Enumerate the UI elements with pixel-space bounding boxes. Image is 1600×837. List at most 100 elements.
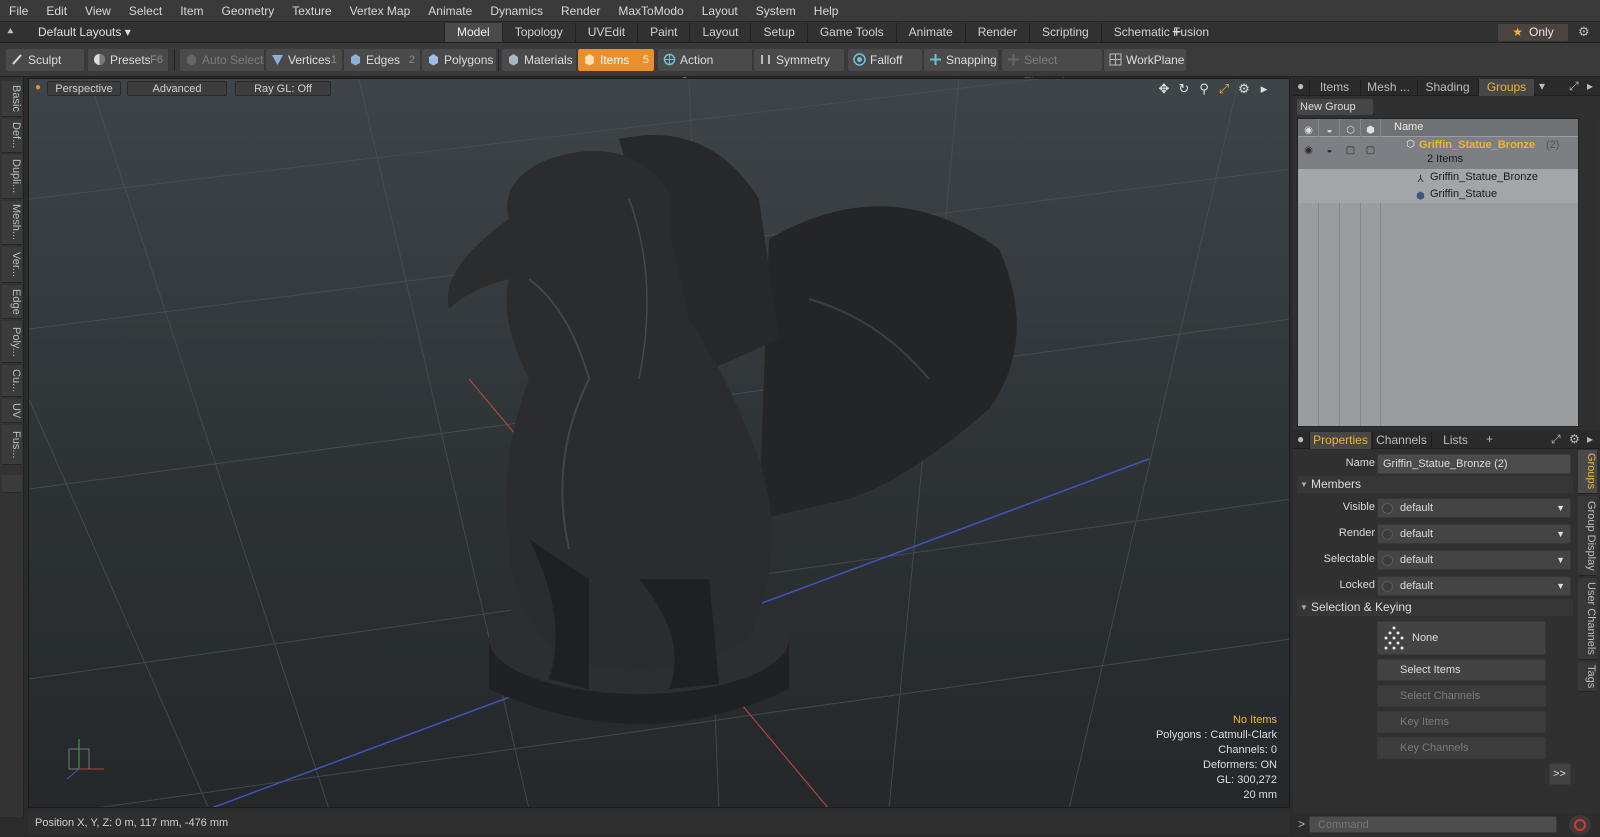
snapping-button[interactable]: Snapping: [924, 49, 998, 71]
add-properties-tab-icon[interactable]: +: [1486, 432, 1493, 446]
raygl-button[interactable]: Ray GL: Off: [235, 81, 331, 96]
menu-dynamics[interactable]: Dynamics: [481, 0, 552, 22]
tab-lists[interactable]: Lists: [1431, 432, 1479, 449]
visible-dropdown[interactable]: default ▼: [1377, 498, 1571, 518]
move-view-icon[interactable]: ✥: [1157, 81, 1171, 97]
properties-gear-icon[interactable]: ⚙: [1569, 432, 1580, 446]
list-item-griffin-statue-mesh[interactable]: ⬢ Griffin_Statue: [1298, 186, 1578, 203]
sculpt-button[interactable]: Sculpt: [6, 49, 84, 71]
select-through-button[interactable]: Select Through: [1002, 49, 1102, 89]
tab-model[interactable]: Model: [444, 23, 502, 42]
select-channels-button[interactable]: Select Channels: [1377, 685, 1546, 707]
group-name-field[interactable]: Griffin_Statue_Bronze (2): [1377, 454, 1571, 474]
panel-menu-chevron-icon[interactable]: ▾: [1539, 79, 1545, 93]
key-items-button[interactable]: Key Items: [1377, 711, 1546, 733]
left-strip-expand-button[interactable]: [2, 475, 22, 493]
groups-list-scrollbar[interactable]: [1583, 118, 1595, 427]
workplane-button[interactable]: WorkPlane: [1104, 49, 1186, 71]
row-eye-icon[interactable]: ◉: [1302, 145, 1315, 157]
properties-more-icon[interactable]: ▸: [1587, 432, 1593, 446]
side-tab-group-display[interactable]: Group Display: [1578, 496, 1597, 576]
items-button[interactable]: Items 5: [578, 49, 654, 71]
left-tab-vertex[interactable]: Ver...: [2, 247, 22, 283]
falloff-button[interactable]: Falloff: [848, 49, 922, 71]
add-tab-plus-icon[interactable]: +: [1172, 23, 1181, 42]
row-lock-checkbox-icon[interactable]: ▢: [1364, 145, 1377, 157]
menu-vertex-map[interactable]: Vertex Map: [341, 0, 420, 22]
polygons-button[interactable]: Polygons: [422, 49, 496, 71]
row-select-checkbox-icon[interactable]: ▢: [1344, 145, 1357, 157]
side-tab-tags[interactable]: Tags: [1578, 662, 1597, 692]
left-tab-polygon[interactable]: Poly...: [2, 321, 22, 363]
materials-button[interactable]: Materials: [502, 49, 576, 71]
tab-properties[interactable]: Properties: [1309, 432, 1371, 449]
select-items-button[interactable]: Select Items: [1377, 659, 1546, 681]
tab-channels[interactable]: Channels: [1372, 432, 1430, 449]
group-row-griffin-statue-bronze[interactable]: ◉ ◒ ▢ ▢ ⬡ Griffin_Statue_Bronze (2) 2 It…: [1298, 137, 1578, 169]
tab-render[interactable]: Render: [964, 23, 1029, 42]
tab-items[interactable]: Items: [1309, 79, 1359, 96]
left-tab-uv[interactable]: UV: [2, 399, 22, 423]
menu-select[interactable]: Select: [120, 0, 171, 22]
left-tab-duplicate[interactable]: Dupli...: [2, 155, 22, 199]
menu-animate[interactable]: Animate: [419, 0, 481, 22]
layout-home-icon[interactable]: ⯅: [6, 26, 20, 39]
griffin-statue-model[interactable]: [447, 135, 1017, 724]
menu-edit[interactable]: Edit: [37, 0, 76, 22]
panel-more-icon[interactable]: ▸: [1587, 79, 1593, 93]
menu-render[interactable]: Render: [552, 0, 609, 22]
properties-dot-icon[interactable]: ●: [1297, 432, 1304, 446]
tab-scripting[interactable]: Scripting: [1029, 23, 1101, 42]
panel-expand-icon[interactable]: ⤢: [1569, 79, 1579, 94]
tab-uvedit[interactable]: UVEdit: [574, 23, 637, 42]
menu-geometry[interactable]: Geometry: [213, 0, 284, 22]
none-button[interactable]: None: [1377, 621, 1546, 655]
menu-layout[interactable]: Layout: [693, 0, 747, 22]
render-dropdown[interactable]: default ▼: [1377, 524, 1571, 544]
perspective-button[interactable]: Perspective: [47, 81, 121, 96]
auto-select-button[interactable]: Auto Select: [180, 49, 264, 71]
list-item-griffin-statue-bronze-locator[interactable]: ⅄ Griffin_Statue_Bronze: [1298, 169, 1578, 186]
left-tab-curve[interactable]: Cu...: [2, 365, 22, 397]
row-render-icon[interactable]: ◒: [1323, 145, 1336, 157]
viewport-more-icon[interactable]: ▸: [1257, 81, 1271, 97]
tab-paint[interactable]: Paint: [637, 23, 689, 42]
tab-layout[interactable]: Layout: [689, 23, 750, 42]
menu-view[interactable]: View: [76, 0, 120, 22]
edges-button[interactable]: Edges 2: [344, 49, 420, 71]
symmetry-button[interactable]: Symmetry: [754, 49, 844, 71]
presets-button[interactable]: Presets F6: [88, 49, 168, 71]
tab-mesh[interactable]: Mesh ...: [1360, 79, 1416, 96]
tab-setup[interactable]: Setup: [750, 23, 806, 42]
menu-item[interactable]: Item: [171, 0, 212, 22]
menu-texture[interactable]: Texture: [283, 0, 340, 22]
selectable-dropdown[interactable]: default ▼: [1377, 550, 1571, 570]
key-channels-button[interactable]: Key Channels: [1377, 737, 1546, 759]
menu-help[interactable]: Help: [805, 0, 848, 22]
properties-expand-icon[interactable]: ⤢: [1551, 432, 1561, 447]
left-tab-edge[interactable]: Edge: [2, 285, 22, 319]
menu-system[interactable]: System: [747, 0, 805, 22]
vertices-button[interactable]: Vertices 1: [266, 49, 342, 71]
shading-mode-button[interactable]: Advanced: [127, 81, 227, 96]
selection-keying-section[interactable]: ▼ Selection & Keying: [1297, 599, 1573, 616]
layouts-dropdown[interactable]: Default Layouts ▾: [38, 24, 131, 41]
command-input[interactable]: [1309, 816, 1557, 833]
side-tab-user-channels[interactable]: User Channels: [1578, 578, 1597, 660]
locked-dropdown[interactable]: default ▼: [1377, 576, 1571, 596]
left-tab-fusion[interactable]: Fus...: [2, 425, 22, 465]
maximize-view-icon[interactable]: ⤢: [1217, 81, 1231, 97]
menu-maxtomodo[interactable]: MaxToModo: [609, 0, 692, 22]
more-options-button[interactable]: >>: [1549, 763, 1571, 785]
action-center-button[interactable]: Action Center: [658, 49, 752, 89]
side-tab-groups[interactable]: Groups: [1578, 450, 1597, 494]
viewport-dot-icon[interactable]: ●: [35, 82, 41, 93]
zoom-view-icon[interactable]: ⚲: [1197, 81, 1211, 97]
left-tab-deform[interactable]: Def...: [2, 119, 22, 153]
rotate-view-icon[interactable]: ↻: [1177, 81, 1191, 97]
3d-viewport[interactable]: ● Perspective Advanced Ray GL: Off ✥ ↻ ⚲…: [28, 78, 1290, 808]
only-button[interactable]: ★ Only: [1498, 24, 1568, 41]
tab-topology[interactable]: Topology: [501, 23, 575, 42]
left-tab-mesh[interactable]: Mesh...: [2, 201, 22, 245]
tab-shading[interactable]: Shading: [1417, 79, 1477, 96]
